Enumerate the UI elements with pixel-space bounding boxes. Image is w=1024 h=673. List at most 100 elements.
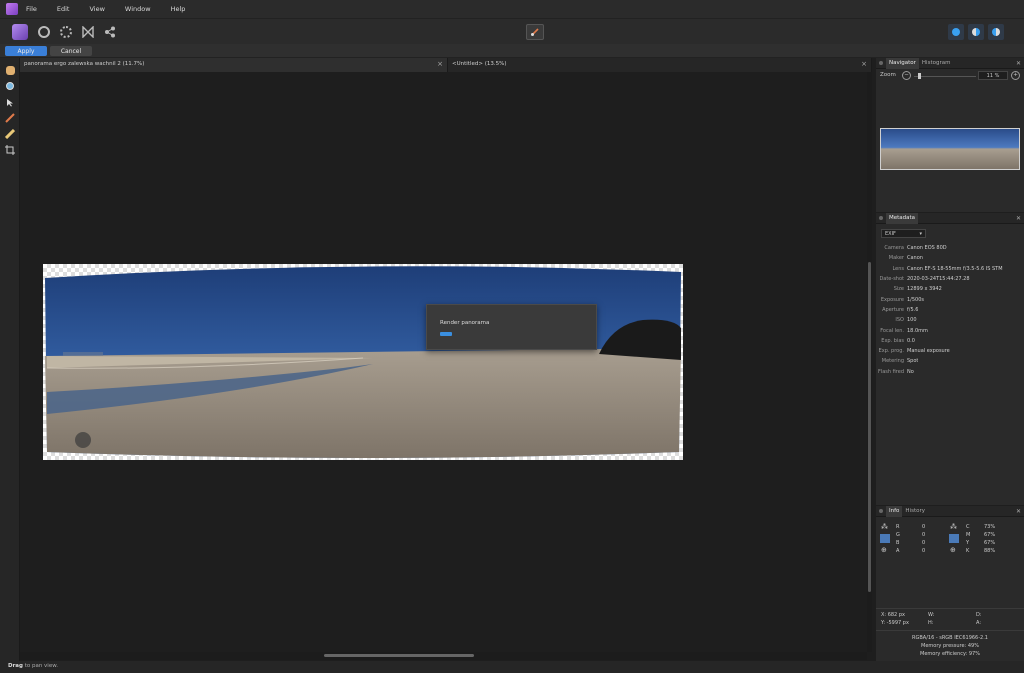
erase-tool-icon[interactable]: [4, 128, 16, 140]
navigator-panel: Navigator Histogram ✕ Zoom − 11 % +: [876, 57, 1024, 212]
brush-icon[interactable]: [4, 112, 16, 124]
apply-button[interactable]: Apply: [5, 46, 47, 56]
scroll-thumb[interactable]: [868, 262, 871, 592]
tab-histogram[interactable]: Histogram: [919, 60, 954, 66]
pointer-mode-icon[interactable]: [880, 534, 890, 543]
metadata-row: Exposure 1/500s: [876, 294, 1024, 304]
metadata-value: Canon EOS 80D: [907, 245, 947, 252]
metadata-row: Size 12899 x 3942: [876, 284, 1024, 294]
metadata-row: Flash fired No: [876, 367, 1024, 377]
info-c-value: 73%: [984, 524, 996, 530]
metadata-value: Manual exposure: [907, 348, 950, 355]
tab-history[interactable]: History: [902, 508, 928, 514]
metadata-key: Exposure: [880, 296, 904, 303]
metadata-value: 100: [907, 317, 917, 324]
crosshair-icon[interactable]: ⊕: [950, 546, 958, 554]
assistant-icon[interactable]: [948, 24, 964, 40]
metadata-value: 2020-03-24T15:44:27.28: [907, 276, 970, 283]
hand-tool-icon[interactable]: [4, 64, 16, 76]
color-format: RGBA/16 - sRGB IEC61966-2.1: [912, 635, 988, 641]
toolbar: [0, 18, 1024, 44]
zoom-tool-icon[interactable]: [4, 80, 16, 92]
chevron-down-icon: ▾: [919, 231, 922, 237]
tone-mapping-persona-icon[interactable]: [80, 24, 96, 40]
app-logo-icon[interactable]: [6, 3, 18, 15]
menu-edit[interactable]: Edit: [57, 5, 70, 13]
zoom-out-icon[interactable]: −: [902, 71, 911, 80]
info-w-label: W:: [928, 612, 935, 618]
panel-grip-icon[interactable]: [879, 216, 883, 220]
panel-grip-icon[interactable]: [879, 509, 883, 513]
panorama-image[interactable]: [43, 264, 683, 460]
pointer-mode-icon[interactable]: [949, 534, 959, 543]
split-view-icon[interactable]: [968, 24, 984, 40]
liquify-persona-icon[interactable]: [36, 24, 52, 40]
zoom-in-icon[interactable]: +: [1011, 71, 1020, 80]
panel-close-icon[interactable]: ✕: [1016, 508, 1021, 515]
metadata-value: Canon: [907, 255, 923, 262]
menu-view[interactable]: View: [89, 5, 104, 13]
scroll-thumb[interactable]: [324, 654, 474, 657]
photo-persona-icon[interactable]: [12, 24, 28, 40]
metadata-panel: Metadata ✕ EXIF ▾ Camera Canon EOS 80D Mak…: [876, 212, 1024, 505]
tab-panorama-document[interactable]: panorama ergo zalewska wachnil 2 (11.7%)…: [20, 58, 448, 72]
metadata-value: f/5.6: [907, 306, 919, 313]
vertical-scrollbar[interactable]: [867, 72, 872, 652]
close-tab-icon[interactable]: ×: [437, 60, 443, 68]
info-r-value: 0: [922, 524, 926, 530]
color-picker-icon[interactable]: ⁂: [881, 523, 889, 531]
metadata-row: Metering Spot: [876, 356, 1024, 366]
info-g-value: 0: [922, 532, 926, 538]
info-d-label: D:: [976, 612, 982, 618]
move-tool-icon[interactable]: [4, 96, 16, 108]
dialog-label: Render panorama: [440, 320, 490, 326]
panel-close-icon[interactable]: ✕: [1016, 60, 1021, 67]
color-picker-icon[interactable]: ⁂: [950, 523, 958, 531]
tab-title: panorama ergo zalewska wachnil 2 (11.7%): [24, 61, 145, 67]
zoom-slider[interactable]: [914, 76, 976, 77]
crop-tool-icon[interactable]: [4, 144, 16, 156]
tab-info[interactable]: Info: [886, 505, 903, 517]
metadata-row: Exp. prog. Manual exposure: [876, 346, 1024, 356]
metadata-value: 1/500s: [907, 296, 925, 303]
panel-close-icon[interactable]: ✕: [1016, 215, 1021, 222]
metadata-row: Maker Canon: [876, 253, 1024, 263]
navigator-preview[interactable]: [880, 128, 1020, 170]
metadata-key: Camera: [884, 245, 904, 252]
close-tab-icon[interactable]: ×: [861, 60, 867, 68]
info-m-label: M: [966, 532, 971, 538]
zoom-slider-handle[interactable]: [918, 73, 921, 79]
info-y-coord: Y: -5997 px: [881, 620, 909, 626]
zoom-value-field[interactable]: 11 %: [978, 71, 1008, 80]
info-b-value: 0: [922, 540, 926, 546]
menu-help[interactable]: Help: [171, 5, 186, 13]
brush-tool-icon[interactable]: [526, 24, 544, 40]
info-panel: Info History ✕ ⁂ ⊕ R 0 G 0 B 0 A 0 ⁂ ⊕ C…: [876, 505, 1024, 661]
mirror-view-icon[interactable]: [988, 24, 1004, 40]
tab-untitled-document[interactable]: <Untitled> (13.5%) ×: [448, 58, 872, 72]
info-k-label: K: [966, 548, 970, 554]
develop-persona-icon[interactable]: [58, 24, 74, 40]
tab-metadata[interactable]: Metadata: [886, 212, 919, 224]
tab-title: <Untitled> (13.5%): [452, 61, 507, 67]
render-panorama-dialog: Render panorama: [426, 304, 597, 350]
tab-navigator[interactable]: Navigator: [886, 57, 919, 69]
cancel-button[interactable]: Cancel: [50, 46, 92, 56]
status-bar: Drag to pan view.: [0, 661, 1024, 673]
metadata-value: 18.0mm: [907, 327, 928, 334]
crosshair-icon[interactable]: ⊕: [881, 546, 889, 554]
menu-file[interactable]: File: [26, 5, 37, 13]
document-tabs: panorama ergo zalewska wachnil 2 (11.7%)…: [20, 58, 872, 72]
panel-grip-icon[interactable]: [879, 61, 883, 65]
info-y-value: 67%: [984, 540, 996, 546]
horizontal-scrollbar[interactable]: [20, 652, 867, 660]
metadata-row: Focal len. 18.0mm: [876, 325, 1024, 335]
metadata-type-dropdown[interactable]: EXIF ▾: [881, 229, 926, 238]
menu-window[interactable]: Window: [125, 5, 151, 13]
metadata-value: Canon EF-S 18-55mm f/3.5-5.6 IS STM: [907, 265, 1003, 272]
info-a-label: A: [896, 548, 900, 554]
memory-pressure: Memory pressure: 49%: [921, 643, 979, 649]
share-icon[interactable]: [102, 24, 118, 40]
metadata-key: Lens: [892, 265, 904, 272]
info-a-value: 0: [922, 548, 926, 554]
